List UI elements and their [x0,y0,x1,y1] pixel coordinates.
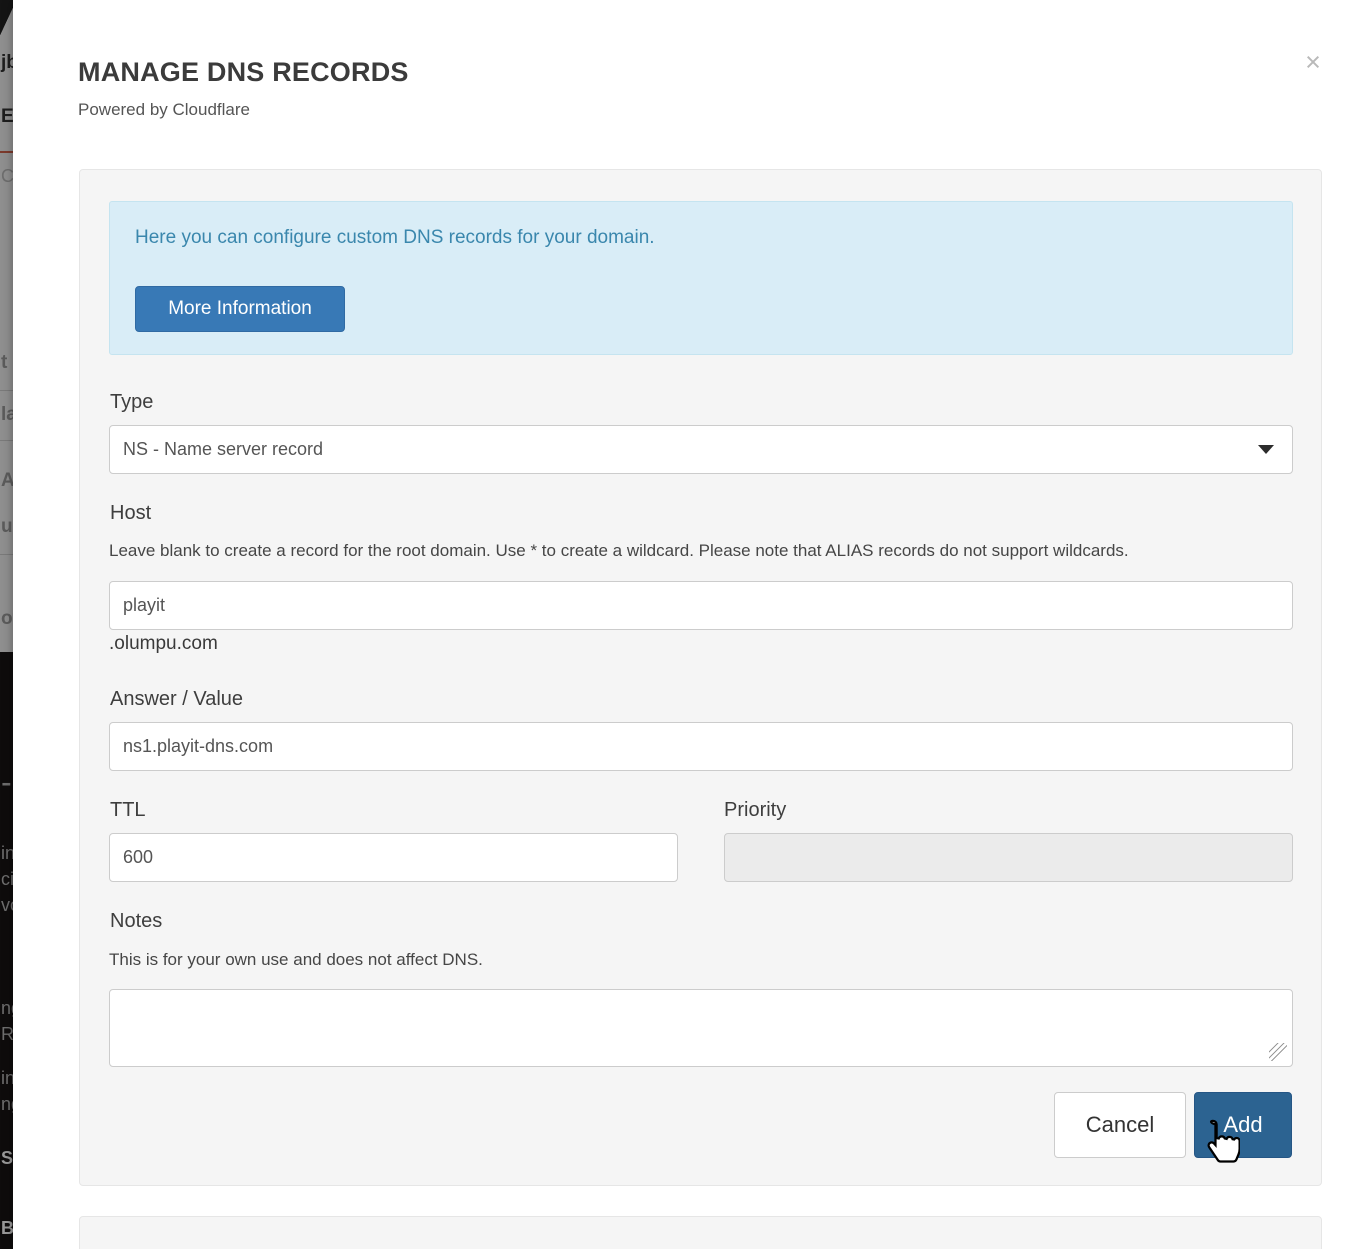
background-text-fragment: cif [1,869,13,890]
info-alert-message: Here you can configure custom DNS record… [135,227,655,249]
background-divider [0,554,13,555]
dns-record-form-panel: Here you can configure custom DNS record… [79,169,1322,1186]
background-divider-red [0,151,13,153]
more-information-button[interactable]: More Information [135,286,345,332]
cancel-button[interactable]: Cancel [1054,1092,1186,1158]
background-text-fragment: C [1,166,13,187]
background-page-strip: jb EV C t la AM un of -[ in cif vo ng R … [0,0,13,1249]
background-divider [0,440,13,441]
priority-label: Priority [724,799,786,822]
background-divider [0,390,13,391]
modal-subtitle: Powered by Cloudflare [78,100,250,120]
host-help-text: Leave blank to create a record for the r… [109,541,1129,561]
host-input[interactable] [109,581,1293,630]
notes-help-text: This is for your own use and does not af… [109,950,483,970]
priority-input [724,833,1293,882]
type-label: Type [110,391,153,414]
background-text-fragment: ng [1,1094,13,1115]
answer-input[interactable] [109,722,1293,771]
background-text-fragment: R [1,1024,13,1045]
host-label: Host [110,502,151,525]
ttl-label: TTL [110,799,146,822]
background-text-fragment: of [1,608,13,630]
notes-textarea[interactable] [109,989,1293,1067]
manage-dns-records-modal: MANAGE DNS RECORDS Powered by Cloudflare… [13,0,1351,1249]
type-select[interactable]: NS - Name server record [109,425,1293,474]
modal-title: MANAGE DNS RECORDS [78,57,409,88]
host-domain-suffix: .olumpu.com [109,633,218,655]
background-text-fragment: BU [1,1218,13,1239]
background-page-dark-section: -[ in cif vo ng R in ng SA BU [0,652,13,1249]
background-text-fragment: un [1,516,13,538]
close-icon[interactable]: × [1299,48,1327,76]
background-text-fragment: SA [1,1148,13,1169]
background-text-fragment: in [1,843,13,864]
background-text-fragment: vo [1,895,13,916]
notes-label: Notes [110,910,162,933]
chevron-down-icon [1258,445,1274,454]
background-text-fragment: AM [1,470,13,492]
info-alert: Here you can configure custom DNS record… [109,201,1293,355]
background-page-light-section: jb EV C t la AM un of [0,0,13,652]
background-text-fragment: t [1,352,7,374]
background-logo-fragment [0,0,13,36]
answer-label: Answer / Value [110,688,243,711]
background-text-fragment: ng [1,998,13,1019]
background-text-fragment: jb [1,52,13,74]
background-text-fragment: -[ [1,764,13,801]
background-text-fragment: in [1,1068,13,1089]
ttl-input[interactable] [109,833,678,882]
next-section-panel [79,1216,1322,1249]
background-text-fragment: la [1,404,13,426]
background-text-fragment: EV [1,106,13,128]
type-select-value: NS - Name server record [123,439,323,460]
add-button[interactable]: Add [1194,1092,1292,1158]
